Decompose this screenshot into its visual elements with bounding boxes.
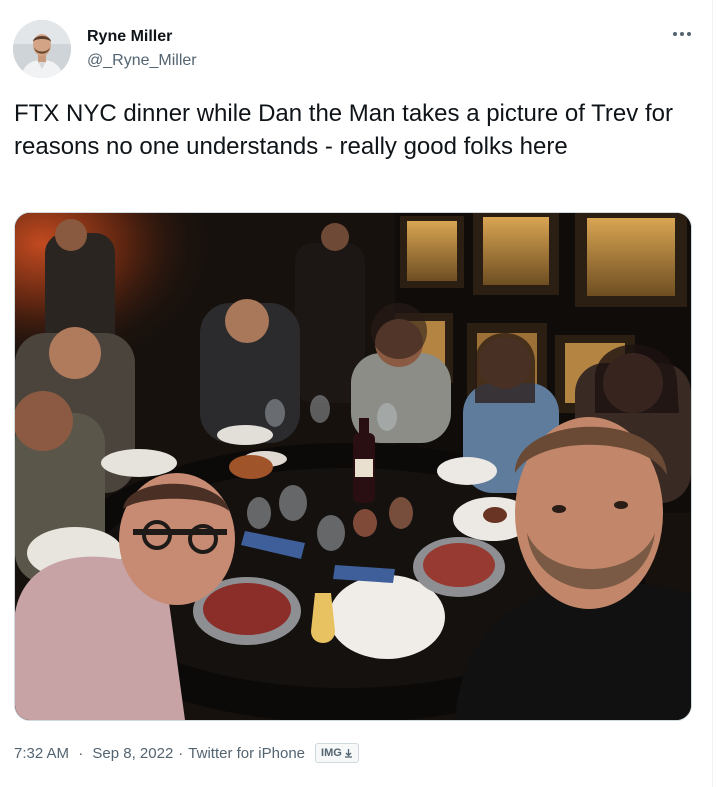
tweet-source-link[interactable]: Twitter for iPhone bbox=[188, 745, 305, 762]
tweet-photo[interactable] bbox=[14, 212, 692, 721]
tweet-card: Ryne Miller @_Ryne_Miller FTX NYC dinner… bbox=[0, 0, 712, 787]
img-download-badge[interactable]: IMG bbox=[315, 743, 359, 763]
more-horizontal-icon-dot bbox=[680, 32, 684, 36]
author-handle[interactable]: @_Ryne_Miller bbox=[87, 51, 197, 71]
tweet-time-link[interactable]: 7:32 AM · Sep 8, 2022 bbox=[14, 745, 173, 762]
avatar-image bbox=[13, 20, 71, 78]
img-badge-label: IMG bbox=[321, 747, 342, 759]
avatar[interactable] bbox=[13, 20, 71, 78]
tweet-text: FTX NYC dinner while Dan the Man takes a… bbox=[14, 100, 673, 160]
tweet-meta: 7:32 AM · Sep 8, 2022 · Twitter for iPho… bbox=[14, 742, 359, 764]
tweet-time: 7:32 AM bbox=[14, 744, 70, 762]
more-horizontal-icon bbox=[673, 32, 677, 36]
author-name[interactable]: Ryne Miller bbox=[87, 27, 172, 47]
more-options-button[interactable] bbox=[664, 22, 700, 46]
separator: · bbox=[78, 744, 84, 762]
download-icon bbox=[344, 749, 352, 758]
tweet-date: Sep 8, 2022 bbox=[92, 744, 174, 762]
column-divider bbox=[712, 0, 713, 787]
dinner-photo bbox=[15, 213, 691, 720]
more-horizontal-icon-dot bbox=[687, 32, 691, 36]
separator: · bbox=[178, 744, 184, 762]
